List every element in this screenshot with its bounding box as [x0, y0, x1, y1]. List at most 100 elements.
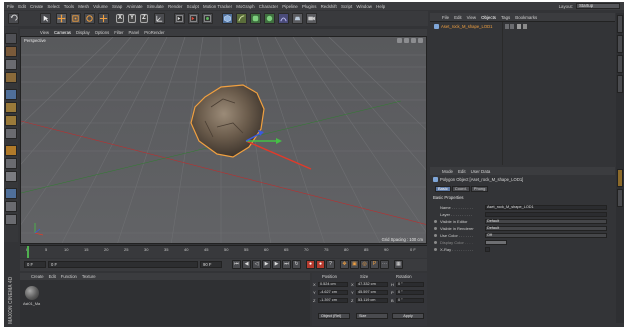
- object-name[interactable]: Aset_rock_M_shape_LOD1: [441, 24, 492, 29]
- render-picture-viewer-icon[interactable]: [188, 13, 199, 24]
- viewport-menu-display[interactable]: Display: [76, 30, 90, 35]
- render-view-icon[interactable]: [174, 13, 185, 24]
- parameter-key-icon[interactable]: P: [370, 260, 379, 269]
- tab-coord[interactable]: Coord.: [451, 186, 470, 192]
- menu-volume[interactable]: Volume: [93, 4, 108, 9]
- object-menu-objects[interactable]: Objects: [481, 15, 496, 20]
- viewport-zoom-icon[interactable]: [404, 38, 409, 43]
- environment-icon[interactable]: [292, 13, 303, 24]
- rotation-p-field[interactable]: 0 °: [396, 290, 424, 295]
- tab-objects[interactable]: [617, 15, 623, 33]
- viewport-rotate-icon[interactable]: [411, 38, 416, 43]
- go-to-end-icon[interactable]: ⏭: [282, 260, 291, 269]
- camera-icon[interactable]: [306, 13, 317, 24]
- menu-tools[interactable]: Tools: [64, 4, 74, 9]
- size-x-field[interactable]: 47.332 cm: [356, 282, 388, 287]
- frame-range-slider[interactable]: 0 F: [48, 261, 198, 268]
- animate-dot[interactable]: [434, 234, 437, 237]
- material-menu-create[interactable]: Create: [31, 274, 44, 279]
- keyframe-selection-icon[interactable]: ?: [326, 260, 335, 269]
- layout-dropdown[interactable]: Startup: [576, 3, 620, 9]
- material-menu-function[interactable]: Function: [61, 274, 77, 279]
- viewport-menu-options[interactable]: Options: [95, 30, 109, 35]
- menu-file[interactable]: File: [7, 4, 14, 9]
- object-menu-bookmarks[interactable]: Bookmarks: [515, 15, 537, 20]
- tab-takes[interactable]: [617, 35, 623, 53]
- subdivision-surface-icon[interactable]: [250, 13, 261, 24]
- viewport-menu-prorender[interactable]: ProRender: [144, 30, 164, 35]
- object-menu-tags[interactable]: Tags: [501, 15, 510, 20]
- position-key-icon[interactable]: ✥: [340, 260, 349, 269]
- cube-object-icon[interactable]: [222, 13, 233, 24]
- viewport-menu-view[interactable]: View: [40, 30, 49, 35]
- viewport-menu-filter[interactable]: Filter: [114, 30, 123, 35]
- y-axis-lock[interactable]: Y: [128, 14, 136, 23]
- point-level-icon[interactable]: ⋯: [380, 260, 389, 269]
- menu-simulate[interactable]: Simulate: [147, 4, 164, 9]
- make-editable-icon[interactable]: [5, 33, 17, 44]
- tweak-icon[interactable]: [5, 158, 17, 169]
- menu-mesh[interactable]: Mesh: [78, 4, 89, 9]
- size-mode-dropdown[interactable]: Size: [356, 313, 388, 319]
- menu-render[interactable]: Render: [168, 4, 182, 9]
- menu-sculpt[interactable]: Sculpt: [187, 4, 199, 9]
- pen-spline-icon[interactable]: [236, 13, 247, 24]
- tab-content-browser[interactable]: [617, 55, 623, 73]
- phong-tag-icon[interactable]: [517, 24, 521, 29]
- model-mode-icon[interactable]: [5, 46, 17, 57]
- menu-edit[interactable]: Edit: [18, 4, 26, 9]
- menu-snap[interactable]: Snap: [112, 4, 122, 9]
- rotation-key-icon[interactable]: ◎: [360, 260, 369, 269]
- menu-mograph[interactable]: MoGraph: [236, 4, 254, 9]
- recent-tools-icon[interactable]: [98, 13, 109, 24]
- tab-basic[interactable]: Basic: [435, 186, 451, 192]
- timeline-playhead[interactable]: [27, 246, 29, 258]
- end-frame-field[interactable]: 90 F: [200, 261, 222, 268]
- object-menu-file[interactable]: File: [442, 15, 449, 20]
- menu-create[interactable]: Create: [30, 4, 43, 9]
- uv-mode-icon[interactable]: [5, 128, 17, 139]
- tab-layers[interactable]: [617, 189, 623, 207]
- coordinate-system-icon[interactable]: [154, 13, 165, 24]
- layer-field[interactable]: [485, 212, 607, 217]
- object-menu-edit[interactable]: Edit: [454, 15, 462, 20]
- visibility-render-dot[interactable]: [510, 24, 514, 29]
- menu-pipeline[interactable]: Pipeline: [282, 4, 298, 9]
- previous-key-icon[interactable]: ◀: [242, 260, 251, 269]
- enable-axis-icon[interactable]: [5, 145, 17, 156]
- menu-character[interactable]: Character: [259, 4, 278, 9]
- timeline-layout-icon[interactable]: ▦: [394, 260, 403, 269]
- material-item[interactable]: Ast01_Ma: [20, 280, 46, 310]
- tab-structure[interactable]: [617, 75, 623, 93]
- workplane-mode-icon[interactable]: [5, 72, 17, 83]
- undo-icon[interactable]: [8, 13, 19, 24]
- xray-checkbox[interactable]: [485, 247, 490, 252]
- tab-phong[interactable]: Phong: [470, 186, 489, 192]
- attribute-menu-user-data[interactable]: User Data: [471, 169, 491, 174]
- animate-dot[interactable]: [434, 241, 437, 244]
- position-x-field[interactable]: 0.524 cm: [318, 282, 348, 287]
- menu-script[interactable]: Script: [341, 4, 352, 9]
- use-color-dropdown[interactable]: Off: [485, 233, 607, 238]
- material-menu-edit[interactable]: Edit: [49, 274, 56, 279]
- timeline-ruler[interactable]: 0 5 10 15 20 25 30 35 40 45 50 55 60 65 …: [20, 245, 427, 258]
- menu-window[interactable]: Window: [356, 4, 372, 9]
- attribute-menu-edit[interactable]: Edit: [458, 169, 466, 174]
- viewport-menu-cameras[interactable]: Cameras: [54, 30, 71, 35]
- animate-dot[interactable]: [434, 220, 437, 223]
- position-y-field[interactable]: -4.627 cm: [318, 290, 348, 295]
- perspective-viewport[interactable]: Perspective Grid Spacing : 100 cm: [20, 36, 427, 244]
- visible-in-editor-dropdown[interactable]: Default: [485, 219, 607, 224]
- loop-icon[interactable]: ↻: [292, 260, 301, 269]
- menu-plugins[interactable]: Plugins: [302, 4, 316, 9]
- position-z-field[interactable]: -1.397 cm: [318, 298, 348, 303]
- menu-select[interactable]: Select: [47, 4, 59, 9]
- texture-mode-icon[interactable]: [5, 59, 17, 70]
- planar-workplane-icon[interactable]: [5, 214, 17, 225]
- apply-button[interactable]: Apply: [392, 313, 424, 319]
- solo-icon[interactable]: [5, 188, 17, 199]
- play-forwards-icon[interactable]: ▶: [262, 260, 271, 269]
- visible-in-renderer-dropdown[interactable]: Default: [485, 226, 607, 231]
- z-axis-lock[interactable]: Z: [140, 14, 148, 23]
- object-list-item[interactable]: Aset_rock_M_shape_LOD1: [430, 24, 615, 30]
